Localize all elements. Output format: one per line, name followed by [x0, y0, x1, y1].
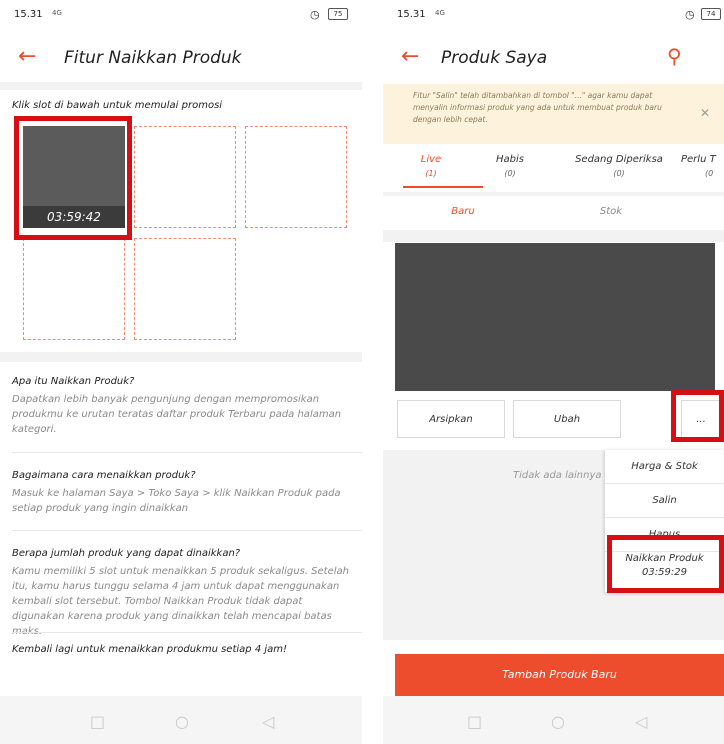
signal-icon: 4G	[435, 9, 445, 17]
add-product-button[interactable]: Tambah Produk Baru	[395, 654, 724, 696]
menu-item-boost-product[interactable]: Naikkan Produk 03:59:29	[605, 544, 724, 592]
home-icon[interactable]: ○	[551, 712, 565, 731]
my-products-screen: 15.31 4G ◷ 74 ← Produk Saya ⚲ Fitur "Sal…	[383, 0, 724, 744]
system-nav-bar: □ ○ ◁	[0, 696, 362, 744]
page-title: Produk Saya	[441, 48, 548, 68]
info-banner: Fitur "Salin" telah ditambahkan di tombo…	[383, 84, 724, 144]
menu-item-label: Naikkan Produk	[625, 553, 704, 564]
divider	[0, 352, 362, 362]
signal-icon: 4G	[52, 9, 62, 17]
tab-live[interactable]: Live (1)	[411, 154, 451, 178]
tab-count: (0)	[504, 169, 516, 178]
banner-text: Fitur "Salin" telah ditambahkan di tombo…	[413, 91, 662, 124]
system-nav-bar: □ ○ ◁	[383, 696, 724, 744]
tab-label: Habis	[496, 154, 524, 165]
tab-label: Perlu T	[681, 154, 716, 165]
subtab-new[interactable]: Baru	[443, 206, 483, 217]
alarm-icon: ◷	[310, 8, 320, 21]
edit-button[interactable]: Ubah	[513, 400, 621, 438]
divider	[12, 632, 362, 633]
tab-count: (0)	[613, 169, 625, 178]
faq-answer: Masuk ke halaman Saya > Toko Saya > klik…	[12, 488, 341, 514]
more-button[interactable]: ...	[681, 400, 721, 438]
back-nav-icon[interactable]: ◁	[262, 712, 274, 731]
app-bar: ← Fitur Naikkan Produk	[0, 38, 362, 78]
tab-out-of-stock[interactable]: Habis (0)	[485, 154, 535, 178]
boost-feature-screen: 15.31 4G ◷ 75 ← Fitur Naikkan Produk Kli…	[0, 0, 362, 744]
alarm-icon: ◷	[685, 8, 695, 21]
faq-question: Apa itu Naikkan Produk?	[12, 376, 135, 387]
footer-text: Kembali lagi untuk menaikkan produkmu se…	[12, 644, 288, 655]
archive-button[interactable]: Arsipkan	[397, 400, 505, 438]
app-bar: ← Produk Saya ⚲	[383, 38, 724, 78]
tab-count: (0	[705, 169, 714, 178]
back-nav-icon[interactable]: ◁	[635, 712, 647, 731]
faq-question: Berapa jumlah produk yang dapat dinaikka…	[12, 548, 241, 559]
slot-instruction: Klik slot di bawah untuk memulai promosi	[12, 100, 223, 111]
slot-timer: 03:59:42	[23, 206, 125, 228]
recents-icon[interactable]: □	[90, 712, 105, 731]
home-icon[interactable]: ○	[175, 712, 189, 731]
more-menu: Harga & Stok Salin Hapus Naikkan Produk …	[605, 450, 724, 592]
tab-count: (1)	[425, 169, 437, 178]
product-image[interactable]	[395, 243, 715, 391]
page-title: Fitur Naikkan Produk	[64, 48, 242, 68]
battery-icon: 74	[701, 8, 721, 20]
divider	[12, 530, 362, 531]
tab-under-review[interactable]: Sedang Diperiksa (0)	[569, 154, 669, 178]
menu-item-copy[interactable]: Salin	[605, 484, 724, 518]
status-time: 15.31	[14, 9, 43, 20]
faq-answer: Dapatkan lebih banyak pengunjung dengan …	[12, 394, 342, 435]
close-icon[interactable]: ✕	[700, 106, 710, 120]
boost-slot-4[interactable]	[23, 238, 125, 340]
divider	[383, 230, 724, 242]
back-arrow-icon[interactable]: ←	[401, 44, 419, 69]
divider	[12, 452, 362, 453]
battery-icon: 75	[328, 8, 348, 20]
back-arrow-icon[interactable]: ←	[18, 44, 36, 69]
divider	[383, 192, 724, 196]
subtab-stock[interactable]: Stok	[591, 206, 631, 217]
status-bar: 15.31 4G ◷ 75	[0, 0, 362, 30]
menu-item-price-stock[interactable]: Harga & Stok	[605, 450, 724, 484]
divider	[0, 82, 362, 90]
faq-answer: Kamu memiliki 5 slot untuk menaikkan 5 p…	[12, 566, 350, 637]
tab-label: Live	[420, 154, 442, 165]
boost-slot-1[interactable]: 03:59:42	[23, 126, 125, 228]
search-icon[interactable]: ⚲	[667, 44, 682, 68]
tab-needs-action[interactable]: Perlu T (0	[681, 154, 724, 178]
faq-question: Bagaimana cara menaikkan produk?	[12, 470, 196, 481]
recents-icon[interactable]: □	[467, 712, 482, 731]
boost-timer: 03:59:29	[642, 567, 687, 578]
tab-label: Sedang Diperiksa	[575, 154, 663, 165]
status-time: 15.31	[397, 9, 426, 20]
boost-slot-5[interactable]	[134, 238, 236, 340]
empty-text: Tidak ada lainnya	[513, 470, 602, 481]
boost-slot-2[interactable]	[134, 126, 236, 228]
tab-indicator	[403, 186, 483, 188]
status-bar: 15.31 4G ◷ 74	[383, 0, 724, 30]
boost-slot-3[interactable]	[245, 126, 347, 228]
